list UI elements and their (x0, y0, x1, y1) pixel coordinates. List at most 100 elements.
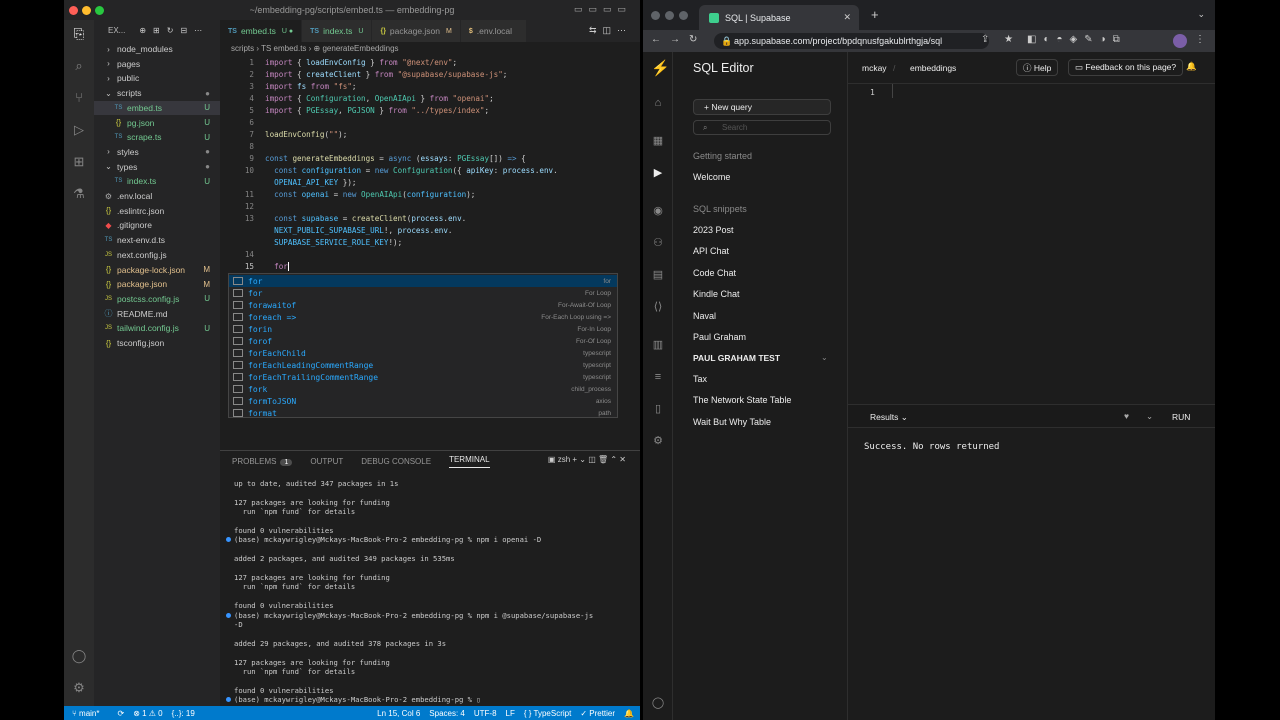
notifications-bell-icon[interactable]: 🔔 (1186, 61, 1197, 72)
suggestion-item[interactable]: foreach => For-Each Loop using => (229, 311, 617, 323)
help-button[interactable]: ⓘ Help (1016, 59, 1059, 76)
folder-item[interactable]: › public (94, 71, 220, 85)
snippet-item[interactable]: Kindle Chat (693, 289, 740, 299)
layout-icons[interactable]: ▭▭▭▭ (574, 4, 632, 15)
file-item[interactable]: TS scrape.ts U (94, 130, 220, 144)
toolbar-action-icons[interactable]: ⇪ ★ (981, 34, 1019, 45)
snippet-item[interactable]: API Chat (693, 246, 729, 256)
close-tab-icon[interactable]: ✕ (843, 12, 851, 23)
extensions-icon[interactable]: ⊞ (71, 154, 87, 170)
tab-search-icon[interactable]: ⌄ (1197, 9, 1205, 20)
file-item[interactable]: {} .eslintrc.json (94, 204, 220, 218)
editor-tab[interactable]: TS index.ts U (302, 20, 373, 42)
zoom-window-icon[interactable] (679, 11, 688, 20)
minimize-window-icon[interactable] (665, 11, 674, 20)
sync-icon[interactable]: ⟳ (117, 709, 124, 718)
breadcrumb[interactable]: scripts › TS embed.ts › ⊕ generateEmbedd… (220, 42, 640, 56)
chevron-down-icon[interactable]: ⌄ (821, 353, 828, 362)
folder-item[interactable]: ⌄ scripts ● (94, 86, 220, 100)
snippet-item[interactable]: Wait But Why Table (693, 417, 771, 427)
suggestion-item[interactable]: format path (229, 407, 617, 419)
edge-functions-icon[interactable]: ⟨⟩ (651, 300, 665, 314)
file-item[interactable]: ◆ .gitignore (94, 218, 220, 232)
close-window-icon[interactable] (69, 6, 78, 15)
welcome-item[interactable]: Welcome (693, 172, 730, 182)
cursor-position[interactable]: Ln 15, Col 6 (377, 709, 420, 718)
code-editor[interactable]: 1 import { loadEnvConfig } from "@next/e… (220, 56, 640, 450)
reports-icon[interactable]: ▥ (651, 338, 665, 352)
file-item[interactable]: {} package.json M (94, 277, 220, 291)
file-item[interactable]: TS index.ts U (94, 174, 220, 188)
breadcrumb-org[interactable]: mckay (862, 63, 887, 73)
account-icon[interactable]: ◯ (71, 648, 87, 664)
breadcrumb-project[interactable]: embeddings (910, 63, 956, 73)
file-item[interactable]: ⚙ .env.local (94, 189, 220, 203)
file-item[interactable]: JS next.config.js (94, 248, 220, 262)
editor-tab[interactable]: TS embed.ts U ● (220, 20, 303, 42)
logs-icon[interactable]: ≡ (651, 370, 665, 384)
tab-status-marker[interactable]: U ● (282, 28, 293, 35)
tab-output[interactable]: OUTPUT (310, 457, 343, 466)
notifications-bell-icon[interactable]: 🔔 (624, 709, 634, 718)
suggestion-item[interactable]: for For Loop (229, 287, 617, 299)
explorer-icon[interactable]: ⎘ (71, 26, 87, 42)
snippet-item[interactable]: Tax (693, 374, 707, 384)
snippet-item[interactable]: 2023 Post (693, 225, 734, 235)
search-icon[interactable]: ⌕ (71, 58, 87, 74)
suggestion-item[interactable]: forawaitof For-Await-Of Loop (229, 299, 617, 311)
profile-avatar[interactable] (1173, 34, 1187, 48)
run-options-chevron-icon[interactable]: ⌄ (1146, 411, 1153, 422)
file-item[interactable]: TS embed.ts U (94, 100, 220, 115)
new-query-button[interactable]: + New query (693, 99, 831, 115)
supabase-logo-icon[interactable]: ⚡ (651, 61, 670, 76)
suggestion-item[interactable]: formToJSON axios (229, 395, 617, 407)
search-input[interactable]: ⌕ Search (693, 120, 831, 135)
results-label[interactable]: Results ⌄ (870, 412, 908, 423)
suggestion-item[interactable]: for for (229, 275, 617, 287)
source-control-icon[interactable]: ⑂ (71, 90, 87, 106)
tab-status-marker[interactable]: U (358, 28, 363, 35)
run-debug-icon[interactable]: ▷ (71, 122, 87, 138)
settings-gear-icon[interactable]: ⚙ (71, 680, 87, 696)
feedback-button[interactable]: ▭ Feedback on this page? (1068, 59, 1184, 76)
home-icon[interactable]: ⌂ (651, 96, 665, 110)
table-editor-icon[interactable]: ▦ (651, 134, 665, 148)
testing-icon[interactable]: ⚗ (71, 186, 87, 202)
snippet-item[interactable]: Code Chat (693, 268, 736, 278)
file-item[interactable]: {} package-lock.json M (94, 263, 220, 277)
suggestion-item[interactable]: forEachTrailingCommentRange typescript (229, 371, 617, 383)
suggestion-item[interactable]: forEachLeadingCommentRange typescript (229, 359, 617, 371)
database-icon[interactable]: ◉ (651, 204, 665, 218)
browser-tab[interactable]: SQL | Supabase ✕ (699, 5, 859, 30)
new-tab-icon[interactable]: + (871, 7, 879, 22)
encoding[interactable]: UTF-8 (474, 709, 497, 718)
nav-buttons-icons[interactable]: ←→↻ (651, 34, 706, 45)
command-decoration-icon[interactable] (226, 537, 231, 543)
editor-actions-icons[interactable]: ⇆◫⋯ (589, 20, 640, 42)
snippet-item[interactable]: Paul Graham (693, 332, 746, 342)
more-menu-icon[interactable]: ⋮ (1195, 34, 1205, 45)
settings-gear-icon[interactable]: ⚙ (651, 434, 665, 448)
address-bar[interactable]: 🔒 app.supabase.com/project/bpdqnusfgakub… (714, 33, 989, 49)
file-item[interactable]: {} tsconfig.json (94, 336, 220, 350)
user-profile-icon[interactable]: ◯ (651, 696, 665, 710)
command-decoration-icon[interactable] (226, 612, 231, 618)
snippet-item-active[interactable]: PAUL GRAHAM TEST (693, 353, 780, 363)
file-item[interactable]: JS tailwind.config.js U (94, 321, 220, 335)
snippet-item[interactable]: Naval (693, 311, 716, 321)
editor-tab[interactable]: $ .env.local (460, 20, 528, 42)
end-of-line[interactable]: LF (506, 709, 515, 718)
suggestion-item[interactable]: forof For-Of Loop (229, 335, 617, 347)
terminal-controls[interactable]: ▣ zsh + ⌄ ◫ 🗑 ⌃ ✕ (548, 455, 626, 464)
prettier-status[interactable]: ✓ Prettier (580, 709, 615, 718)
suggestion-item[interactable]: forin For-In Loop (229, 323, 617, 335)
editor-tab[interactable]: {} package.json M (372, 20, 461, 42)
api-docs-icon[interactable]: ▯ (651, 402, 665, 416)
file-item[interactable]: JS postcss.config.js U (94, 292, 220, 306)
snippet-item[interactable]: The Network State Table (693, 395, 791, 405)
storage-icon[interactable]: ▤ (651, 268, 665, 282)
problems-indicator[interactable]: ⊗ 1 ⚠ 0 (133, 709, 162, 718)
folder-item[interactable]: ⌄ types ● (94, 160, 220, 174)
tab-problems[interactable]: PROBLEMS 1 (232, 457, 293, 466)
close-window-icon[interactable] (651, 11, 660, 20)
